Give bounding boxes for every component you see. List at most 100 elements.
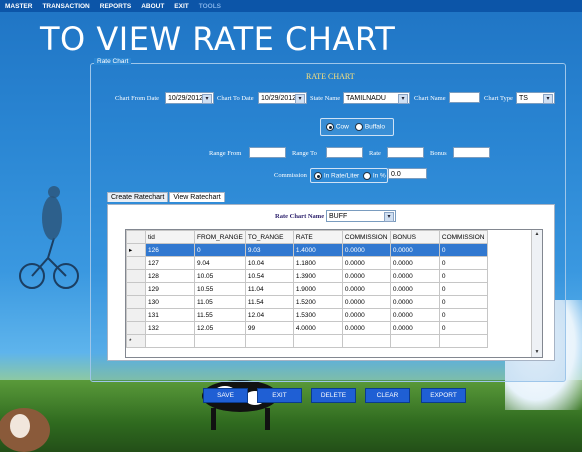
menu-master[interactable]: MASTER (0, 3, 37, 10)
table-cell[interactable]: 0 (438, 321, 488, 335)
rate-input[interactable] (387, 147, 424, 158)
bonus-input[interactable] (453, 147, 490, 158)
table-cell[interactable]: 1.4000 (292, 243, 343, 257)
table-cell[interactable] (244, 334, 294, 348)
state-name-select[interactable]: TAMILNADU ▾ (343, 92, 410, 104)
row-selector[interactable] (126, 295, 146, 309)
chart-name-input[interactable] (449, 92, 480, 103)
chart-from-date-picker[interactable]: 10/29/2012 ▾ (165, 92, 214, 104)
menu-transaction[interactable]: TRANSACTION (37, 3, 94, 10)
table-cell[interactable]: 11.05 (194, 295, 246, 309)
table-cell[interactable] (438, 334, 488, 348)
table-cell[interactable]: 0 (438, 269, 488, 283)
table-cell[interactable]: 9.04 (194, 256, 246, 270)
tab-view-ratechart[interactable]: View Ratechart (169, 192, 225, 202)
table-cell[interactable] (389, 334, 440, 348)
table-row[interactable]: 130 11.05 11.54 1.5200 0.0000 0.0000 0 (126, 295, 488, 309)
table-cell[interactable]: 1.5300 (292, 308, 343, 322)
table-cell[interactable]: 0 (438, 295, 488, 309)
table-row[interactable]: ▸ 126 0 9.03 1.4000 0.0000 0.0000 0 (126, 243, 488, 257)
col-header[interactable]: RATE (292, 230, 343, 244)
new-row[interactable]: * (126, 334, 488, 348)
row-selector[interactable] (126, 269, 146, 283)
table-cell[interactable]: 1.9000 (292, 282, 343, 296)
table-row[interactable]: 127 9.04 10.04 1.1800 0.0000 0.0000 0 (126, 256, 488, 270)
table-cell[interactable]: 0.0000 (341, 243, 391, 257)
row-selector[interactable]: ▸ (126, 243, 146, 257)
table-cell[interactable]: 9.03 (244, 243, 294, 257)
table-cell[interactable]: 0 (438, 282, 488, 296)
table-cell[interactable]: 12.04 (244, 308, 294, 322)
rate-chart-name-select[interactable]: BUFF ▾ (326, 210, 396, 222)
col-header[interactable]: tid (145, 230, 195, 244)
table-cell[interactable]: 0.0000 (341, 256, 391, 270)
table-cell[interactable]: 10.54 (244, 269, 294, 283)
table-cell[interactable]: 1.1800 (292, 256, 343, 270)
chart-to-date-picker[interactable]: 10/29/2012 ▾ (258, 92, 307, 104)
table-cell[interactable]: 0.0000 (341, 269, 391, 283)
table-cell[interactable]: 12.05 (194, 321, 246, 335)
table-cell[interactable]: 11.55 (194, 308, 246, 322)
table-cell[interactable]: 1.3900 (292, 269, 343, 283)
rate-chart-grid[interactable]: tid FROM_RANGE TO_RANGE RATE COMMISSION … (125, 229, 543, 358)
table-row[interactable]: 128 10.05 10.54 1.3900 0.0000 0.0000 0 (126, 269, 488, 283)
commission-input[interactable]: 0.0 (388, 168, 427, 179)
table-cell[interactable]: 127 (145, 256, 195, 270)
table-cell[interactable]: 10.55 (194, 282, 246, 296)
row-selector[interactable] (126, 256, 146, 270)
table-cell[interactable]: 126 (145, 243, 195, 257)
table-cell[interactable]: 10.04 (244, 256, 294, 270)
table-cell[interactable]: 130 (145, 295, 195, 309)
save-button[interactable]: SAVE (203, 388, 248, 403)
table-cell[interactable]: 11.04 (244, 282, 294, 296)
table-cell[interactable] (341, 334, 391, 348)
table-cell[interactable]: 0.0000 (389, 295, 440, 309)
row-selector[interactable] (126, 308, 146, 322)
table-cell[interactable]: 0.0000 (341, 321, 391, 335)
col-header[interactable]: BONUS (389, 230, 440, 244)
grid-scrollbar[interactable]: ▲ ▼ (531, 230, 542, 357)
table-cell[interactable]: 0 (438, 256, 488, 270)
cow-radio[interactable] (326, 123, 334, 131)
table-cell[interactable]: 0.0000 (389, 256, 440, 270)
table-cell[interactable]: 0.0000 (389, 321, 440, 335)
scroll-up-icon[interactable]: ▲ (532, 230, 542, 239)
table-cell[interactable]: 0.0000 (341, 295, 391, 309)
range-to-input[interactable] (326, 147, 363, 158)
table-cell[interactable]: 0.0000 (389, 308, 440, 322)
table-cell[interactable]: 128 (145, 269, 195, 283)
buffalo-radio[interactable] (355, 123, 363, 131)
menu-tools[interactable]: TOOLS (194, 3, 226, 10)
table-cell[interactable]: 0 (438, 308, 488, 322)
table-row[interactable]: 132 12.05 99 4.0000 0.0000 0.0000 0 (126, 321, 488, 335)
row-selector[interactable] (126, 321, 146, 335)
table-cell[interactable] (145, 334, 195, 348)
table-cell[interactable]: 132 (145, 321, 195, 335)
table-cell[interactable]: 0.0000 (389, 243, 440, 257)
table-cell[interactable]: 0 (194, 243, 246, 257)
tab-create-ratechart[interactable]: Create Ratechart (107, 192, 169, 202)
range-from-input[interactable] (249, 147, 286, 158)
in-percent-radio[interactable] (363, 172, 371, 180)
col-header[interactable]: COMMISSION (341, 230, 391, 244)
table-cell[interactable]: 99 (244, 321, 294, 335)
table-row[interactable]: 131 11.55 12.04 1.5300 0.0000 0.0000 0 (126, 308, 488, 322)
table-cell[interactable]: 4.0000 (292, 321, 343, 335)
export-button[interactable]: EXPORT (421, 388, 466, 403)
table-cell[interactable] (194, 334, 246, 348)
table-cell[interactable]: 0.0000 (341, 308, 391, 322)
chart-type-select[interactable]: TS ▾ (516, 92, 555, 104)
table-cell[interactable] (292, 334, 343, 348)
table-cell[interactable]: 0.0000 (341, 282, 391, 296)
table-cell[interactable]: 10.05 (194, 269, 246, 283)
table-row[interactable]: 129 10.55 11.04 1.9000 0.0000 0.0000 0 (126, 282, 488, 296)
col-header[interactable]: FROM_RANGE (194, 230, 246, 244)
menu-about[interactable]: ABOUT (136, 3, 169, 10)
table-cell[interactable]: 0.0000 (389, 269, 440, 283)
col-header[interactable]: COMMISSION (438, 230, 488, 244)
row-selector[interactable] (126, 282, 146, 296)
table-cell[interactable]: 129 (145, 282, 195, 296)
scroll-down-icon[interactable]: ▼ (532, 348, 542, 357)
table-cell[interactable]: 131 (145, 308, 195, 322)
in-rate-radio[interactable] (314, 172, 322, 180)
